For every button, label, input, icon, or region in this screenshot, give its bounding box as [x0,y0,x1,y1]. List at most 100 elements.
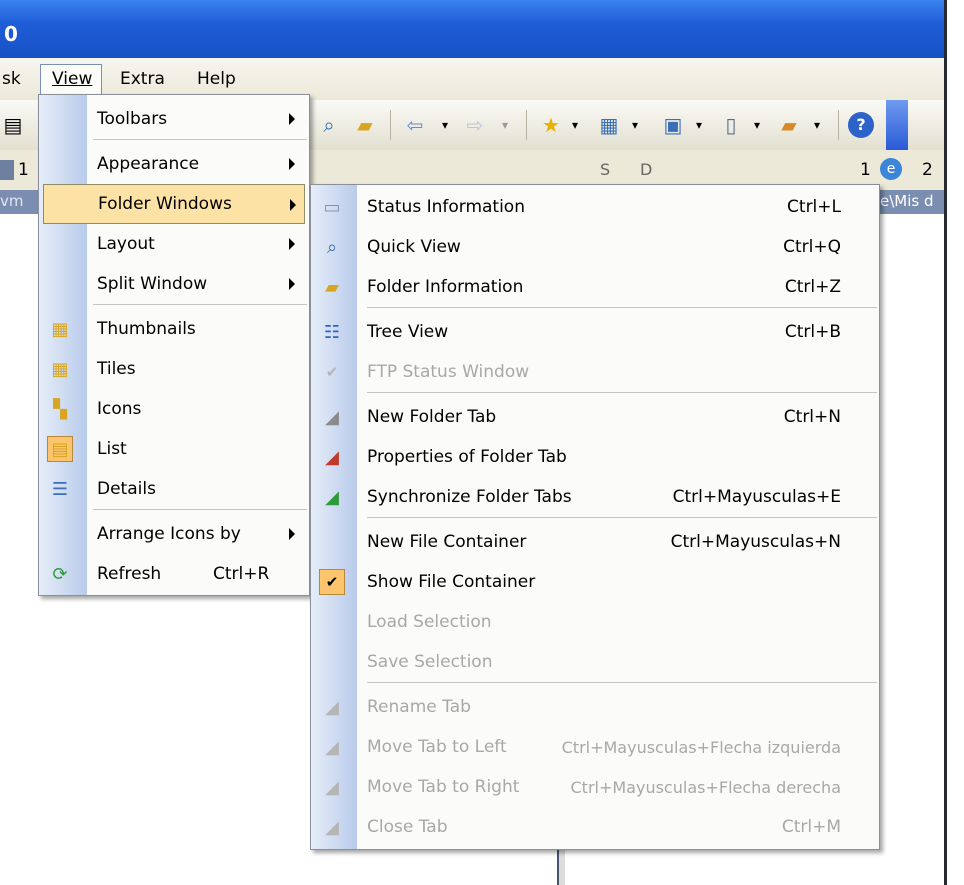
copy-icon[interactable]: ▯ [718,112,744,138]
folder-windows-item-new-folder-tab[interactable]: ◢ New Folder Tab Ctrl+N [311,397,877,437]
folder-windows-item-quick-view[interactable]: ⌕ Quick View Ctrl+Q [311,227,877,267]
view-menu-item-toolbars[interactable]: Toolbars [43,99,305,139]
view-menu-item-label: Appearance [97,154,200,174]
forward-dropdown-icon[interactable]: ▾ [492,112,518,138]
folder-windows-item-new-file-container[interactable]: New File Container Ctrl+Mayusculas+N [311,522,877,562]
move-dropdown-icon[interactable]: ▾ [804,112,830,138]
folder-windows-item-folder-information[interactable]: ▰ Folder Information Ctrl+Z [311,267,877,307]
menu-extra[interactable]: Extra [120,69,165,89]
menu-separator [93,304,307,305]
view-menu-item-label: List [97,439,127,459]
view-menu-item-details[interactable]: ☰ Details [43,469,305,509]
folder-windows-item-status-information[interactable]: ▭ Status Information Ctrl+L [311,187,877,227]
move-tab-left-icon: ◢ [325,736,339,758]
pane-splitter[interactable] [557,845,565,885]
view-menu-item-icons[interactable]: ▚ Icons [43,389,305,429]
favorites-star-icon[interactable]: ★ [538,112,564,138]
folder-windows-item-label: Move Tab to Right [367,777,520,797]
folder-windows-item-synchronize-folder-tabs[interactable]: ◢ Synchronize Folder Tabs Ctrl+Mayusculas+… [311,477,877,517]
folder-windows-item-tree-view[interactable]: ☷ Tree View Ctrl+B [311,312,877,352]
submenu-arrow-icon [289,278,295,290]
menu-separator [367,392,877,393]
rename-tab-icon: ◢ [325,696,339,718]
toolbar-separator [838,110,839,140]
back-dropdown-icon[interactable]: ▾ [432,112,458,138]
submenu-arrow-icon [289,158,295,170]
list-view-icon: ▤ [47,436,73,462]
view-menu-item-appearance[interactable]: Appearance [43,144,305,184]
menu-separator [367,682,877,683]
folder-windows-item-label: Show File Container [367,572,536,592]
folder-windows-item-load-selection: Load Selection [311,602,877,642]
edit-icon[interactable]: ▣ [660,112,686,138]
submenu-arrow-icon [289,238,295,250]
view-menu-item-split-window[interactable]: Split Window [43,264,305,304]
address-path-left: vm [0,192,24,210]
forward-arrow-icon[interactable]: ⇨ [462,112,488,138]
view-menu-item-thumbnails[interactable]: ▦ Thumbnails [43,309,305,349]
open-dropdown-icon[interactable]: ▾ [622,112,648,138]
view-menu-item-tiles[interactable]: ▦ Tiles [43,349,305,389]
back-arrow-icon[interactable]: ⇦ [402,112,428,138]
address-path-right: e\Mis d [880,192,934,210]
folder-windows-item-ftp-status-window: ✔ FTP Status Window [311,352,877,392]
favorites-dropdown-icon[interactable]: ▾ [562,112,588,138]
view-menu-item-label: Folder Windows [98,194,232,214]
submenu-arrow-icon [290,199,296,211]
help-icon[interactable]: ? [848,112,874,138]
folder-windows-item-shortcut: Ctrl+Z [784,277,841,297]
view-menu-item-arrange-icons-by[interactable]: Arrange Icons by [43,514,305,554]
move-tab-right-icon: ◢ [325,776,339,798]
tab-properties-icon: ◢ [325,446,339,468]
drive-tab-label[interactable]: S [600,160,610,179]
toolbar-cut-icon[interactable]: ▤ [0,112,26,138]
folder-windows-item-label: Close Tab [367,817,448,837]
folder-windows-item-move-tab-to-right: ◢ Move Tab to Right Ctrl+Mayusculas+Flecha… [311,767,877,807]
folder-windows-item-rename-tab: ◢ Rename Tab [311,687,877,727]
tree-view-icon: ☷ [323,321,341,343]
drive-tab-label[interactable]: D [640,160,652,179]
folder-windows-item-shortcut: Ctrl+Q [783,237,841,257]
view-menu-item-folder-windows[interactable]: Folder Windows [43,184,305,224]
drive-tab-label[interactable]: 2 [922,160,933,180]
folder-windows-item-properties-of-folder-tab[interactable]: ◢ Properties of Folder Tab [311,437,877,477]
thumbnails-icon: ▦ [51,318,69,340]
view-menu-item-list[interactable]: ▤ List [43,429,305,469]
quick-view-toolbar-icon[interactable]: ⌕ [316,112,342,138]
menu-separator [367,517,877,518]
menu-separator [93,509,307,510]
folder-windows-item-shortcut: Ctrl+B [784,322,841,342]
open-folder-icon[interactable]: ▦ [596,112,622,138]
drive-icon[interactable] [0,160,14,180]
folder-windows-item-label: Synchronize Folder Tabs [367,487,572,507]
folder-icon: ▰ [325,276,339,298]
tiles-icon: ▦ [51,358,69,380]
folder-windows-item-move-tab-to-left: ◢ Move Tab to Left Ctrl+Mayusculas+Flecha … [311,727,877,767]
ie-icon[interactable]: e [880,158,902,180]
quick-view-icon: ⌕ [326,236,338,258]
drive-tab-label[interactable]: 1 [18,160,29,180]
folder-windows-item-show-file-container[interactable]: ✔ Show File Container [311,562,877,602]
move-folder-icon[interactable]: ▰ [776,112,802,138]
edit-dropdown-icon[interactable]: ▾ [686,112,712,138]
folder-windows-item-label: Folder Information [367,277,524,297]
view-menu-item-layout[interactable]: Layout [43,224,305,264]
view-menu-item-label: Split Window [97,274,208,294]
view-menu-item-refresh[interactable]: ⟳ Refresh Ctrl+R [43,554,305,594]
folder-windows-item-label: Save Selection [367,652,493,672]
folder-toolbar-icon[interactable]: ▰ [352,112,378,138]
status-bar-icon: ▭ [323,196,341,218]
copy-dropdown-icon[interactable]: ▾ [744,112,770,138]
view-menu-item-label: Toolbars [97,109,168,129]
folder-windows-submenu: ▭ Status Information Ctrl+L ⌕ Quick View Ctrl… [310,184,880,850]
folder-windows-item-label: FTP Status Window [367,362,530,382]
menu-task[interactable]: sk [2,69,21,89]
sync-tabs-icon: ◢ [325,486,339,508]
drive-tab-label[interactable]: 1 [860,160,871,180]
menu-view[interactable]: View [52,69,92,89]
toolbar-chevron[interactable] [886,100,908,150]
folder-windows-item-shortcut: Ctrl+M [781,817,841,837]
folder-windows-item-label: New File Container [367,532,527,552]
menu-help[interactable]: Help [197,69,236,89]
folder-windows-item-label: Status Information [367,197,525,217]
